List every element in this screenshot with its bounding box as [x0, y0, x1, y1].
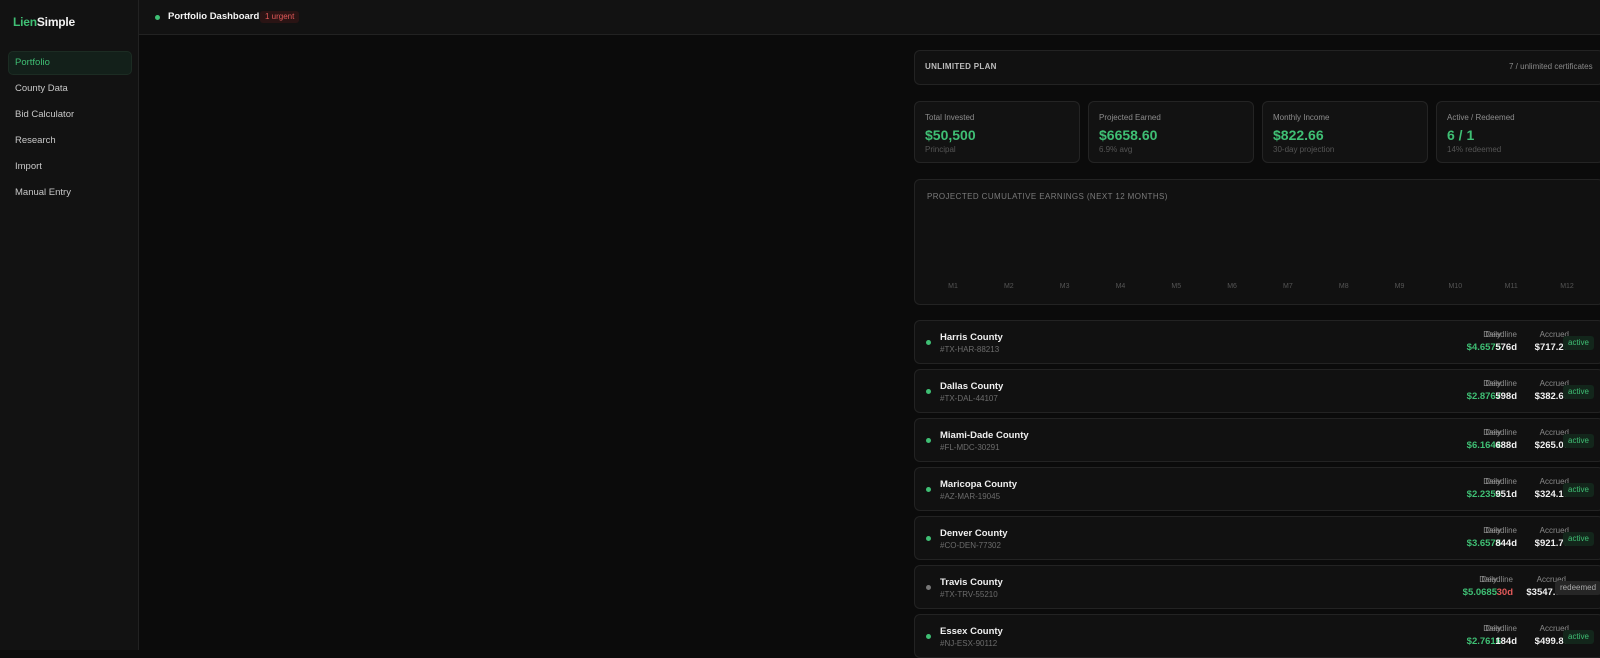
sidebar-item-county-data[interactable]: County Data	[8, 77, 132, 101]
lien-id: #TX-TRV-55210	[940, 590, 998, 599]
status-dot-icon	[926, 585, 931, 590]
x-tick-label: M11	[1505, 283, 1518, 290]
stat-value: $6658.60	[1099, 127, 1158, 143]
x-tick-label: M3	[1060, 283, 1070, 290]
stat-value: $822.66	[1273, 127, 1324, 143]
deadline-header: Deadline	[1485, 477, 1517, 486]
sidebar: LienSimple Portfolio County Data Bid Cal…	[0, 0, 139, 650]
deadline-header: Deadline	[1481, 575, 1513, 584]
page-title: Portfolio Dashboard	[168, 11, 260, 22]
lien-deadline: 688d	[1495, 440, 1517, 451]
stat-value: $50,500	[925, 127, 976, 143]
app-logo[interactable]: LienSimple	[13, 15, 75, 29]
x-tick-label: M10	[1449, 283, 1463, 290]
lien-row[interactable]: Essex County #NJ-ESX-90112 Daily $2.7616 …	[914, 614, 1600, 658]
lien-id: #FL-MDC-30291	[940, 443, 1000, 452]
lien-row[interactable]: Maricopa County #AZ-MAR-19045 Daily $2.23…	[914, 467, 1600, 511]
lien-county: Essex County	[940, 626, 1003, 637]
lien-deadline: 844d	[1495, 538, 1517, 549]
lien-id: #TX-HAR-88213	[940, 345, 1000, 354]
stat-card-monthly-income: Monthly Income $822.66 30-day projection	[1262, 101, 1428, 163]
stat-subtext: Principal	[925, 145, 956, 154]
lien-row[interactable]: Denver County #CO-DEN-77302 Daily $3.6575…	[914, 516, 1600, 560]
deadline-header: Deadline	[1485, 526, 1517, 535]
status-dot-icon	[926, 536, 931, 541]
status-badge: active	[1563, 434, 1594, 448]
lien-deadline: 951d	[1495, 489, 1517, 500]
lien-deadline: 576d	[1495, 342, 1517, 353]
lien-county: Maricopa County	[940, 479, 1018, 490]
urgent-badge[interactable]: 1 urgent	[260, 11, 300, 23]
lien-row[interactable]: Dallas County #TX-DAL-44107 Daily $2.8767…	[914, 369, 1600, 413]
lien-deadline: 184d	[1495, 636, 1517, 647]
status-badge: active	[1563, 336, 1594, 350]
lien-county: Miami-Dade County	[940, 430, 1029, 441]
sidebar-nav: Portfolio County Data Bid Calculator Res…	[8, 51, 132, 207]
x-tick-label: M2	[1004, 283, 1014, 290]
stat-card-total-invested: Total Invested $50,500 Principal	[914, 101, 1080, 163]
earnings-chart: M1 M2 M3 M4 M5 M6 M7 M8 M9 M10 M11 M12	[948, 283, 1574, 290]
lien-id: #AZ-MAR-19045	[940, 492, 1001, 501]
earnings-chart-panel: PROJECTED CUMULATIVE EARNINGS (NEXT 12 M…	[914, 179, 1600, 305]
lien-id: #CO-DEN-77302	[940, 541, 1001, 550]
stat-subtext: 14% redeemed	[1447, 145, 1502, 154]
stat-subtext: 6.9% avg	[1099, 145, 1133, 154]
status-badge: active	[1563, 385, 1594, 399]
x-tick-label: M1	[948, 283, 958, 290]
x-tick-label: M12	[1560, 283, 1574, 290]
sidebar-item-bid-calculator[interactable]: Bid Calculator	[8, 103, 132, 127]
status-dot-icon	[926, 340, 931, 345]
x-tick-label: M7	[1283, 283, 1293, 290]
status-badge: active	[1563, 483, 1594, 497]
deadline-header: Deadline	[1485, 330, 1517, 339]
stat-card-active-redeemed: Active / Redeemed 6 / 1 14% redeemed	[1436, 101, 1600, 163]
stat-label: Monthly Income	[1273, 113, 1330, 122]
lien-row[interactable]: Harris County #TX-HAR-88213 Daily $4.6575…	[914, 320, 1600, 364]
lien-deadline: 30d	[1496, 587, 1513, 598]
lien-deadline: 598d	[1495, 391, 1517, 402]
stat-subtext: 30-day projection	[1273, 145, 1335, 154]
sidebar-item-manual-entry[interactable]: Manual Entry	[8, 181, 132, 205]
status-dot-icon	[926, 438, 931, 443]
lien-county: Denver County	[940, 528, 1008, 539]
plan-usage: 7 / unlimited certificates	[1509, 62, 1593, 71]
stat-label: Active / Redeemed	[1447, 113, 1515, 122]
lien-id: #TX-DAL-44107	[940, 394, 998, 403]
x-tick-label: M9	[1395, 283, 1405, 290]
status-badge: active	[1563, 630, 1594, 644]
lien-id: #NJ-ESX-90112	[940, 639, 998, 648]
plan-name: UNLIMITED PLAN	[925, 62, 997, 71]
stat-card-projected-earned: Projected Earned $6658.60 6.9% avg	[1088, 101, 1254, 163]
lien-county: Dallas County	[940, 381, 1004, 392]
x-tick-label: M6	[1227, 283, 1237, 290]
deadline-header: Deadline	[1485, 379, 1517, 388]
lien-county: Travis County	[940, 577, 1003, 588]
sidebar-item-research[interactable]: Research	[8, 129, 132, 153]
x-tick-label: M5	[1171, 283, 1181, 290]
stat-value: 6 / 1	[1447, 127, 1475, 143]
deadline-header: Deadline	[1485, 428, 1517, 437]
plan-panel: UNLIMITED PLAN 7 / unlimited certificate…	[914, 50, 1600, 85]
header-bar: Portfolio Dashboard 1 urgent	[139, 0, 1600, 35]
deadline-header: Deadline	[1485, 624, 1517, 633]
lien-row[interactable]: Travis County #TX-TRV-55210 Daily $5.0685…	[914, 565, 1600, 609]
status-dot-icon	[926, 389, 931, 394]
stat-label: Total Invested	[925, 113, 975, 122]
status-dot-icon	[926, 487, 931, 492]
status-badge: redeemed	[1555, 581, 1600, 595]
lien-county: Harris County	[940, 332, 1003, 343]
sidebar-item-import[interactable]: Import	[8, 155, 132, 179]
x-tick-label: M4	[1116, 283, 1126, 290]
sidebar-item-portfolio[interactable]: Portfolio	[8, 51, 132, 75]
status-dot-icon	[155, 15, 160, 20]
x-tick-label: M8	[1339, 283, 1349, 290]
status-dot-icon	[926, 634, 931, 639]
lien-row[interactable]: Miami-Dade County #FL-MDC-30291 Daily $6.…	[914, 418, 1600, 462]
status-badge: active	[1563, 532, 1594, 546]
stat-label: Projected Earned	[1099, 113, 1161, 122]
